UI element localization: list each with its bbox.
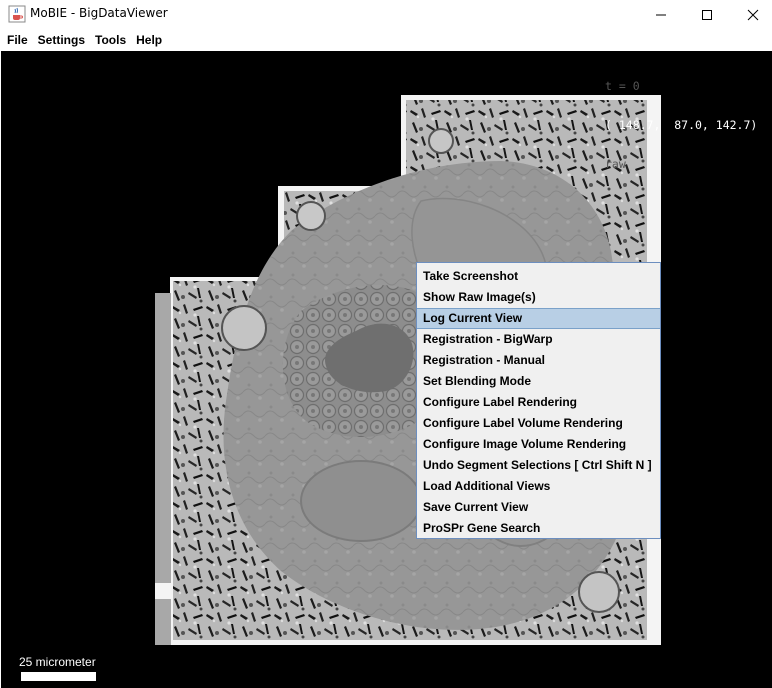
menu-item-undo-segment-selections[interactable]: Undo Segment Selections [ Ctrl Shift N ]: [417, 455, 660, 476]
cursor-coordinates: ( 148.7, 87.0, 142.7): [605, 118, 758, 132]
menu-item-prospr-gene-search[interactable]: ProSPr Gene Search: [417, 518, 660, 539]
close-icon: [747, 9, 759, 20]
context-menu: Take Screenshot Show Raw Image(s) Log Cu…: [416, 262, 661, 539]
menu-item-registration-manual[interactable]: Registration - Manual: [417, 350, 660, 371]
menu-item-configure-label-rendering[interactable]: Configure Label Rendering: [417, 392, 660, 413]
title-bar: MoBIE - BigDataViewer: [0, 0, 772, 29]
menu-tools[interactable]: Tools: [90, 29, 131, 51]
menu-help[interactable]: Help: [131, 29, 167, 51]
menu-file[interactable]: File: [2, 29, 33, 51]
menu-item-load-additional-views[interactable]: Load Additional Views: [417, 476, 660, 497]
scale-bar-label: 25 micrometer: [19, 655, 96, 669]
maximize-icon: [702, 9, 712, 20]
menu-bar: File Settings Tools Help: [0, 29, 772, 51]
maximize-button[interactable]: [684, 0, 730, 29]
minimize-icon: [656, 14, 666, 15]
menu-item-set-blending-mode[interactable]: Set Blending Mode: [417, 371, 660, 392]
menu-item-take-screenshot[interactable]: Take Screenshot: [417, 266, 660, 287]
close-button[interactable]: [730, 0, 772, 29]
menu-item-log-current-view[interactable]: Log Current View: [417, 308, 660, 329]
source-name: raw: [605, 157, 626, 171]
window-title: MoBIE - BigDataViewer: [30, 6, 168, 20]
menu-item-show-raw-images[interactable]: Show Raw Image(s): [417, 287, 660, 308]
menu-item-registration-bigwarp[interactable]: Registration - BigWarp: [417, 329, 660, 350]
minimize-button[interactable]: [638, 0, 684, 29]
menu-settings[interactable]: Settings: [33, 29, 90, 51]
menu-item-configure-image-volume-rendering[interactable]: Configure Image Volume Rendering: [417, 434, 660, 455]
viewer-info-overlay: t = 0 ( 148.7, 87.0, 142.7) raw: [605, 54, 757, 197]
menu-item-configure-label-volume-rendering[interactable]: Configure Label Volume Rendering: [417, 413, 660, 434]
menu-item-save-current-view[interactable]: Save Current View: [417, 497, 660, 518]
timepoint-label: t = 0: [605, 79, 640, 93]
java-coffee-icon[interactable]: [8, 5, 26, 23]
scale-bar: [21, 672, 96, 681]
